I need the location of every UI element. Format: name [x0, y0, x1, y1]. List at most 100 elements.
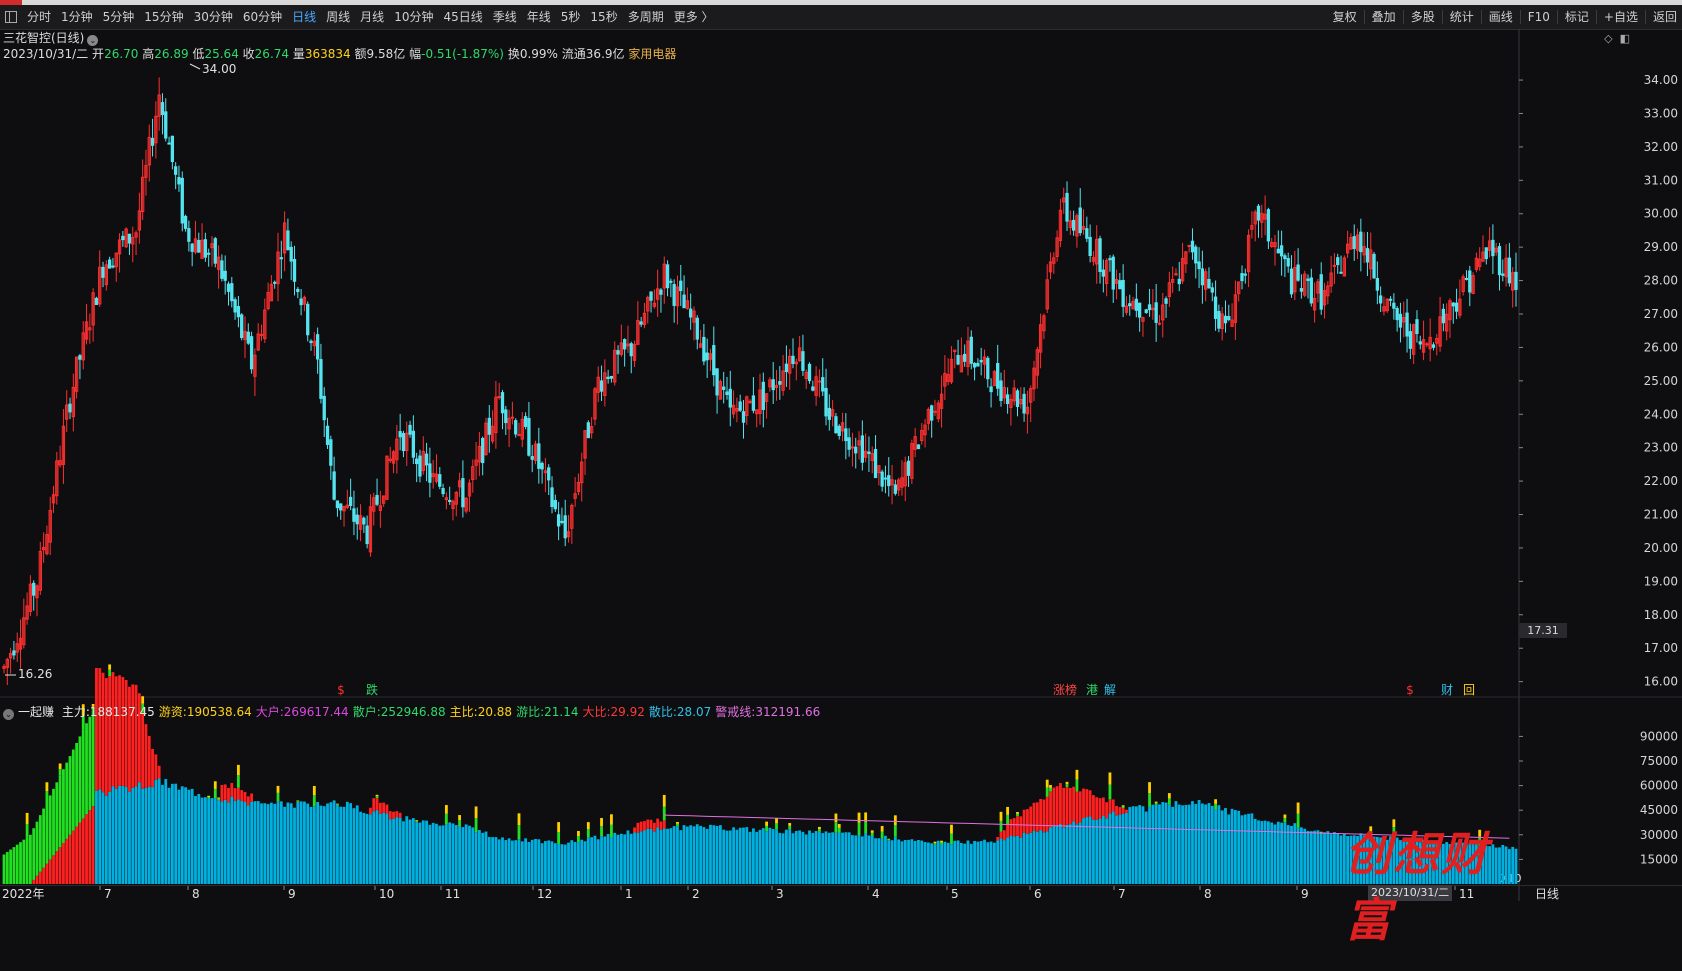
candle-body: [1474, 257, 1479, 270]
indicator-bar: [415, 822, 419, 884]
candle-body: [642, 312, 647, 325]
indicator-bar: [1045, 779, 1049, 788]
candle-body: [936, 402, 940, 420]
indicator-bar: [907, 839, 910, 884]
candle-body: [1108, 258, 1112, 261]
candle-body: [319, 359, 323, 399]
indicator-bar: [676, 826, 679, 884]
candle-body: [1223, 315, 1228, 324]
candle-body: [1005, 394, 1010, 404]
candle-body: [140, 176, 145, 213]
tab-period-4[interactable]: 30分钟: [189, 5, 238, 29]
candle-body: [695, 317, 699, 340]
tab-period-12[interactable]: 年线: [522, 5, 556, 29]
candle-body: [547, 467, 551, 481]
indicator-bar: [207, 795, 211, 798]
toolbar-action-8[interactable]: 返回: [1648, 5, 1682, 29]
toolbar-action-6[interactable]: 标记: [1560, 5, 1594, 29]
indicator-bar: [1088, 790, 1092, 817]
candle-body: [91, 292, 95, 326]
diamond-icon[interactable]: ◇: [1604, 32, 1612, 45]
indicator-bar: [405, 816, 409, 884]
tab-period-1[interactable]: 1分钟: [56, 5, 98, 29]
indicator-bar: [1032, 802, 1036, 831]
sidebar-toggle-icon[interactable]: [5, 11, 17, 23]
tab-period-10[interactable]: 45日线: [438, 5, 487, 29]
indicator-bar: [385, 813, 389, 884]
stock-title[interactable]: 三花智控(日线): [3, 31, 84, 45]
indicator-bar: [1065, 824, 1069, 884]
indicator-name[interactable]: 一起赚: [18, 705, 54, 719]
indicator-bar: [953, 840, 957, 884]
indicator-bar: [95, 790, 98, 884]
indicator-bar: [1309, 831, 1313, 884]
sector-label[interactable]: 家用电器: [628, 47, 676, 61]
indicator-bar: [177, 789, 181, 884]
event-marker-6: 财: [1441, 683, 1453, 697]
toolbar-action-1[interactable]: 叠加: [1367, 5, 1401, 29]
tab-period-7[interactable]: 周线: [321, 5, 355, 29]
indicator-bar: [573, 841, 577, 884]
indicator-bar: [187, 789, 191, 884]
tab-period-2[interactable]: 5分钟: [98, 5, 140, 29]
candle-body: [1075, 215, 1079, 237]
toolbar-action-7[interactable]: +自选: [1599, 5, 1643, 29]
indicator-bar: [1065, 784, 1069, 788]
indicator-bar: [992, 842, 996, 884]
indicator-bar: [926, 842, 930, 884]
toolbar-action-3[interactable]: 统计: [1445, 5, 1479, 29]
indicator-bar: [520, 841, 524, 884]
chevron-down-icon[interactable]: ⌄: [3, 709, 14, 720]
indicator-bar: [458, 826, 461, 884]
watermark-logo: 创想财富: [1345, 818, 1535, 947]
indicator-bar: [1191, 801, 1194, 884]
indicator-bar: [68, 756, 72, 835]
indicator-bar: [606, 834, 610, 884]
candle-body: [916, 444, 921, 450]
candle-body: [1101, 269, 1105, 277]
indicator-bar: [118, 675, 121, 786]
tab-period-11[interactable]: 季线: [488, 5, 522, 29]
indicator-bar: [1035, 802, 1039, 832]
tab-period-16[interactable]: 更多 〉: [669, 5, 719, 29]
tab-period-15[interactable]: 多周期: [623, 5, 669, 29]
panel-icon[interactable]: ◧: [1620, 32, 1630, 45]
toolbar-action-0[interactable]: 复权: [1328, 5, 1362, 29]
tab-period-9[interactable]: 10分钟: [389, 5, 438, 29]
candle-body: [1187, 244, 1191, 247]
indicator-bar: [1243, 814, 1247, 884]
tab-period-0[interactable]: 分时: [22, 5, 56, 29]
close-label: 收: [242, 47, 255, 61]
candle-body: [1048, 261, 1053, 273]
tab-period-8[interactable]: 月线: [355, 5, 389, 29]
toolbar-action-4[interactable]: 画线: [1484, 5, 1518, 29]
candle-body: [527, 418, 531, 456]
candle-body: [1497, 246, 1502, 276]
candle-body: [418, 455, 422, 477]
tab-period-6[interactable]: 日线: [287, 5, 321, 29]
indicator-bar: [1184, 804, 1188, 884]
candle-body: [1392, 302, 1396, 309]
tab-period-5[interactable]: 60分钟: [238, 5, 287, 29]
toolbar-action-5[interactable]: F10: [1523, 5, 1555, 29]
tab-period-14[interactable]: 15秒: [585, 5, 622, 29]
candle-body: [1121, 279, 1125, 307]
chevron-down-icon[interactable]: ⌄: [87, 35, 99, 46]
candle-body: [203, 239, 208, 258]
indicator-bar: [728, 830, 732, 884]
indicator-bar: [623, 834, 627, 884]
indicator-bar: [35, 821, 39, 876]
ohlc-info-row: 2023/10/31/二 开26.70 高26.89 低25.64 收26.74…: [3, 46, 676, 62]
candle-body: [1276, 248, 1280, 254]
indicator-bar: [58, 769, 62, 776]
tab-period-3[interactable]: 15分钟: [139, 5, 188, 29]
indicator-bar: [976, 841, 980, 884]
toolbar-action-2[interactable]: 多股: [1406, 5, 1440, 29]
indicator-bar: [481, 832, 485, 884]
indicator-bar: [1148, 782, 1151, 794]
indicator-bar: [636, 832, 640, 884]
tab-period-13[interactable]: 5秒: [556, 5, 586, 29]
indicator-bar: [610, 837, 613, 884]
indicator-bar: [590, 837, 594, 884]
indicator-bar: [444, 805, 448, 814]
